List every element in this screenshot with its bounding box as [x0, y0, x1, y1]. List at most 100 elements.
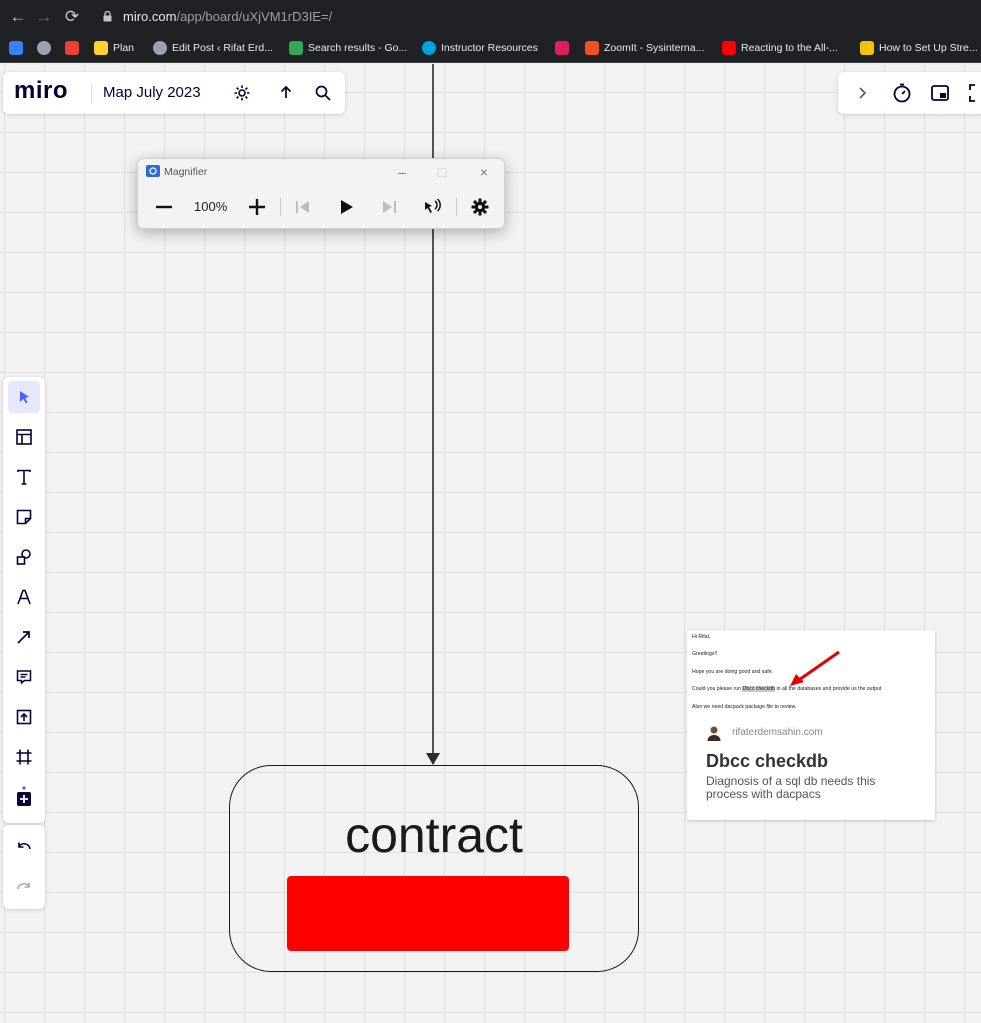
url-field[interactable]: miro.com/app/board/uXjVM1rD3IE=/: [123, 0, 332, 33]
url-path: /app/board/uXjVM1rD3IE=/: [176, 9, 333, 24]
close-icon[interactable]: ×: [472, 162, 496, 182]
bookmark-label: Search results - Go...: [308, 42, 408, 54]
card-title: Dbcc checkdb: [706, 751, 829, 771]
wordpress-icon: [37, 41, 51, 55]
tool-select[interactable]: [8, 381, 40, 413]
forward-icon[interactable]: →: [32, 0, 56, 33]
board-canvas[interactable]: miro Map July 2023 contract Hi Rifat, Gr…: [0, 64, 981, 1023]
divider: [91, 83, 92, 103]
youtube-icon: [722, 41, 736, 55]
tool-upload[interactable]: [8, 701, 40, 733]
bookmark-wordpress[interactable]: [37, 33, 51, 63]
chevron-right-icon[interactable]: [850, 81, 874, 105]
bookmark-slack[interactable]: [555, 33, 569, 63]
text-icon: [17, 469, 31, 485]
maximize-icon[interactable]: □: [430, 162, 454, 182]
bookmark-icon: [860, 41, 874, 55]
wordpress-icon: [153, 41, 167, 55]
undo-redo-toolbar: [3, 825, 45, 909]
bookmark-search-results[interactable]: Search results - Go...: [289, 33, 407, 63]
link-card[interactable]: Hi Rifat, Greetings!! Hope you are doing…: [687, 630, 935, 820]
contract-shape[interactable]: contract: [229, 765, 639, 972]
url-host: miro.com: [123, 9, 177, 24]
templates-icon: [16, 429, 32, 445]
reload-icon[interactable]: ⟳: [60, 0, 84, 33]
search-icon[interactable]: [314, 84, 332, 102]
frame-icon: [16, 749, 32, 765]
bookmark-instructor-resources[interactable]: Instructor Resources: [422, 33, 538, 63]
zoom-level: 100%: [194, 199, 228, 214]
red-rectangle[interactable]: [287, 876, 569, 951]
magnifier-window[interactable]: Magnifier – □ × 100%: [137, 158, 505, 229]
avatar: [707, 726, 721, 741]
gear-icon[interactable]: [469, 196, 491, 218]
bookmark-label: ZoomIt - Sysinterna...: [604, 42, 705, 54]
red-arrow-icon: [790, 650, 840, 686]
microsoft-icon: [585, 41, 599, 55]
undo-button[interactable]: [8, 831, 40, 863]
pen-icon: [17, 589, 31, 605]
present-icon[interactable]: [928, 81, 952, 105]
bookmark-label: Edit Post ‹ Rifat Erd...: [172, 42, 273, 54]
fit-screen-icon[interactable]: [966, 81, 981, 105]
tool-more[interactable]: [8, 781, 40, 813]
board-name[interactable]: Map July 2023: [103, 84, 201, 101]
slack-icon: [555, 41, 569, 55]
right-tools-panel: [838, 72, 981, 114]
tool-sticky-note[interactable]: [8, 501, 40, 533]
app-icon: [9, 41, 23, 55]
tool-comment[interactable]: [8, 661, 40, 693]
tool-connection-line[interactable]: [8, 621, 40, 653]
back-icon[interactable]: ←: [6, 0, 30, 33]
redo-button[interactable]: [8, 871, 40, 903]
redo-icon: [17, 882, 30, 890]
undo-icon: [18, 842, 31, 850]
next-icon[interactable]: [378, 196, 400, 218]
comment-icon: [16, 670, 32, 685]
previous-icon[interactable]: [292, 196, 314, 218]
cursor-icon: [20, 391, 29, 404]
miro-logo[interactable]: miro: [14, 77, 68, 105]
settings-icon[interactable]: [233, 84, 251, 102]
browser-address-bar: ← → ⟳ miro.com/app/board/uXjVM1rD3IE=/: [0, 0, 981, 33]
card-screenshot: Hi Rifat, Greetings!! Hope you are doing…: [687, 630, 935, 712]
tool-frame[interactable]: [8, 741, 40, 773]
bookmark-app[interactable]: [9, 33, 23, 63]
gmail-icon: [65, 41, 79, 55]
board-header-panel: miro Map July 2023: [3, 72, 345, 114]
card-domain[interactable]: rifaterdemsahin.com: [732, 727, 823, 738]
magnifier-app-icon: [146, 165, 160, 177]
timer-icon[interactable]: [890, 81, 914, 105]
upload-icon: [16, 709, 32, 725]
card-description: Diagnosis of a sql db needs this process…: [706, 774, 876, 801]
bookmark-edit-post[interactable]: Edit Post ‹ Rifat Erd...: [153, 33, 273, 63]
tool-templates[interactable]: [8, 421, 40, 453]
google-drive-icon: [289, 41, 303, 55]
bookmark-label: How to Set Up Stre...: [879, 42, 978, 54]
play-icon[interactable]: [335, 196, 357, 218]
tool-pen[interactable]: [8, 581, 40, 613]
bookmark-label: Reacting to the All-...: [741, 42, 838, 54]
export-icon[interactable]: [277, 84, 295, 102]
tool-text[interactable]: [8, 461, 40, 493]
miro-icon: [94, 41, 108, 55]
bookmark-plan[interactable]: Plan: [94, 33, 134, 63]
highlighted-text: Dbcc checkdb: [742, 686, 776, 692]
bookmark-zoomit[interactable]: ZoomIt - Sysinterna...: [585, 33, 704, 63]
zoom-out-icon[interactable]: [153, 196, 175, 218]
arrow-line-icon: [17, 631, 30, 644]
divider: [456, 198, 457, 216]
bookmark-label: Plan: [113, 42, 135, 54]
bookmark-how-to-set-up[interactable]: How to Set Up Stre...: [860, 33, 978, 63]
creation-toolbar: [3, 377, 45, 823]
bookmark-label: Instructor Resources: [441, 42, 538, 54]
zoom-in-icon[interactable]: [246, 196, 268, 218]
magnifier-title: Magnifier: [164, 166, 208, 178]
bookmark-reacting[interactable]: Reacting to the All-...: [722, 33, 838, 63]
minimize-icon[interactable]: –: [390, 162, 414, 182]
bookmark-gmail[interactable]: [65, 33, 79, 63]
tool-shapes[interactable]: [8, 541, 40, 573]
read-aloud-icon[interactable]: [421, 196, 443, 218]
add-apps-icon: [17, 786, 31, 806]
bookmarks-bar: Plan Edit Post ‹ Rifat Erd... Search res…: [0, 33, 981, 63]
